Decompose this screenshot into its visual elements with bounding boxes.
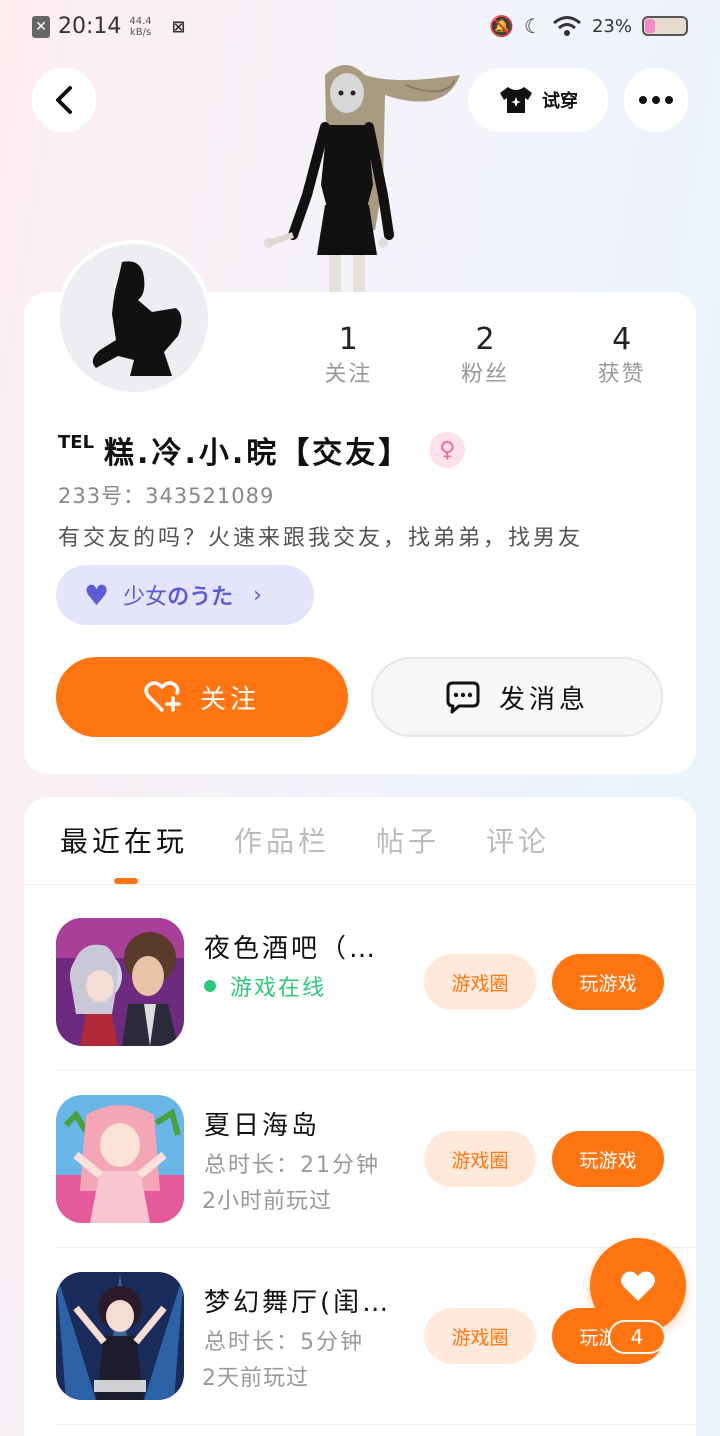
heart-icon	[621, 1271, 655, 1301]
stat-likes-value: 4	[612, 322, 632, 357]
game-online-status: 游戏在线	[204, 970, 326, 1002]
more-options-button[interactable]	[624, 68, 688, 132]
follow-button[interactable]: 关注	[56, 657, 348, 737]
moon-icon: ☾	[524, 14, 542, 38]
tab-works[interactable]: 作品栏	[234, 820, 330, 860]
row-divider	[56, 1247, 696, 1248]
game-icon-dream-ballroom[interactable]	[56, 1272, 184, 1400]
heart-icon: ♥	[84, 578, 110, 612]
status-time: 20:14	[58, 14, 122, 39]
try-on-button[interactable]: 试穿	[468, 68, 608, 132]
more-dots-icon	[639, 96, 673, 104]
row-divider	[56, 1424, 696, 1425]
game-icon-night-bar[interactable]	[56, 918, 184, 1046]
try-on-label: 试穿	[542, 91, 578, 112]
tab-posts[interactable]: 帖子	[376, 820, 440, 860]
chevron-right-icon: ›	[253, 582, 262, 608]
notification-x-icon: ✕	[32, 15, 50, 38]
stat-likes-label: 获赞	[597, 362, 646, 387]
profile-stats: 1 关注 2 粉丝 4 获赞	[280, 320, 690, 390]
chevron-left-icon	[56, 86, 72, 114]
female-gender-icon: ♀	[429, 432, 466, 468]
stat-fans-value: 2	[475, 322, 495, 357]
game-playtime: 总时长：5分钟	[204, 1330, 364, 1355]
profile-name: 糕.冷.小.晥【交友】	[104, 436, 412, 471]
user-id: 233号：343521089	[58, 484, 275, 508]
mute-bell-icon: 🔕	[489, 14, 515, 38]
game-circle-button[interactable]: 游戏圈	[424, 954, 536, 1010]
chat-bubble-icon	[446, 681, 480, 714]
stat-fans-label: 粉丝	[461, 362, 510, 387]
like-count-badge: 4	[608, 1320, 666, 1354]
play-game-button[interactable]: 玩游戏	[552, 1131, 664, 1187]
song-pill[interactable]: ♥ 少女のうた ›	[56, 565, 314, 625]
game-circle-button[interactable]: 游戏圈	[424, 1131, 536, 1187]
send-message-button[interactable]: 发消息	[371, 657, 663, 737]
battery-percent: 23%	[591, 15, 632, 37]
stat-fans[interactable]: 2 粉丝	[417, 320, 554, 390]
tabs-divider	[24, 884, 696, 885]
game-circle-button[interactable]: 游戏圈	[424, 1308, 536, 1364]
stat-following-label: 关注	[324, 362, 373, 387]
avatar-character-image	[264, 65, 460, 295]
game-last-played: 2小时前玩过	[202, 1189, 332, 1214]
stat-following[interactable]: 1 关注	[280, 320, 417, 390]
stat-following-value: 1	[338, 322, 358, 357]
game-title: 梦幻舞厅(闺…	[204, 1288, 392, 1318]
game-icon-summer-island[interactable]	[56, 1095, 184, 1223]
online-dot-icon	[204, 980, 216, 992]
avatar-silhouette-image	[60, 244, 208, 392]
battery-icon	[642, 16, 688, 36]
profile-name-row: TEL 糕.冷.小.晥【交友】 ♀	[58, 428, 466, 472]
profile-tabs: 最近在玩 作品栏 帖子 评论	[60, 820, 550, 860]
game-row[interactable]: 夏日海岛 总时长：21分钟 2小时前玩过 游戏圈 玩游戏	[56, 1095, 696, 1225]
row-divider	[56, 1070, 696, 1071]
tab-comments[interactable]: 评论	[486, 820, 550, 860]
profile-bio: 有交友的吗？火速来跟我交友，找弟弟，找男友	[58, 526, 584, 551]
wifi-icon	[553, 16, 581, 36]
game-row[interactable]: 夜色酒吧（… 游戏在线 游戏圈 玩游戏	[56, 918, 696, 1048]
play-game-button[interactable]: 玩游戏	[552, 954, 664, 1010]
app-notification-icon: ⊠	[171, 17, 186, 36]
status-bar: ✕ 20:14 44.4 kB/s ⊠ 🔕 ☾ 23%	[0, 0, 720, 56]
follow-label: 关注	[199, 684, 260, 715]
network-speed: 44.4 kB/s	[129, 15, 152, 38]
game-title: 夏日海岛	[204, 1111, 321, 1141]
song-title: 少女のうた	[123, 585, 234, 610]
game-title: 夜色酒吧（…	[204, 934, 379, 964]
tab-recently-played[interactable]: 最近在玩	[60, 820, 188, 860]
shirt-icon	[500, 87, 532, 113]
battery-fill	[645, 19, 655, 33]
name-prefix: TEL	[58, 431, 95, 453]
profile-avatar[interactable]	[56, 240, 212, 396]
game-playtime: 总时长：21分钟	[204, 1153, 380, 1178]
send-message-label: 发消息	[498, 684, 589, 715]
heart-plus-icon	[144, 681, 181, 712]
back-button[interactable]	[32, 68, 96, 132]
game-last-played: 2天前玩过	[202, 1366, 309, 1391]
stat-likes[interactable]: 4 获赞	[553, 320, 690, 390]
